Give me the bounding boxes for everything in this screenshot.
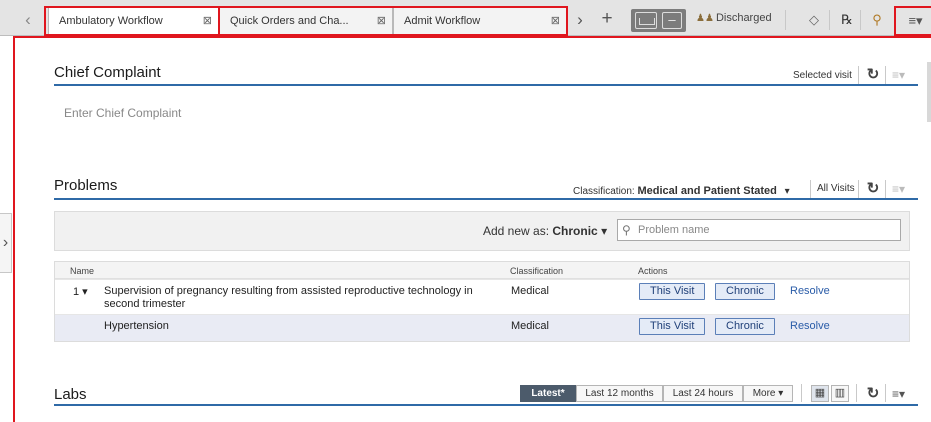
close-icon[interactable]: ⊠ (203, 8, 212, 34)
tag-icon[interactable]: ◇ (805, 11, 823, 29)
table-row[interactable]: Hypertension Medical This Visit Chronic … (55, 314, 909, 341)
chevron-left-icon[interactable]: ‹ (16, 10, 40, 32)
tab-label: Admit Workflow (404, 15, 481, 27)
filter-more-dropdown[interactable]: More ▾ (743, 385, 793, 402)
selected-visit-label[interactable]: Selected visit (793, 70, 852, 81)
menu-icon[interactable]: ≡▾ (892, 386, 912, 402)
close-icon[interactable]: ⊠ (551, 8, 560, 34)
add-tab-button[interactable]: + (596, 8, 618, 32)
divider (829, 10, 830, 30)
add-new-as-label: Add new as: (483, 224, 550, 238)
column-header-classification[interactable]: Classification (510, 266, 563, 276)
resolve-link[interactable]: Resolve (790, 320, 830, 332)
column-header-actions: Actions (638, 266, 668, 276)
divider (810, 180, 811, 198)
resolve-link[interactable]: Resolve (790, 285, 830, 297)
section-divider (54, 84, 918, 86)
chevron-right-icon[interactable]: › (570, 10, 590, 32)
close-icon[interactable]: ⊠ (377, 8, 386, 34)
this-visit-button[interactable]: This Visit (639, 318, 706, 335)
search-icon: ⚲ (622, 223, 631, 237)
filter-latest[interactable]: Latest* (520, 385, 576, 402)
filter-more-label: More (752, 388, 776, 399)
all-visits-button[interactable]: All Visits (817, 183, 855, 194)
filter-last-24-hours[interactable]: Last 24 hours (663, 385, 743, 402)
refresh-icon[interactable]: ↻ (865, 67, 881, 83)
problem-name[interactable]: Hypertension (104, 320, 484, 333)
divider (801, 384, 802, 402)
chevron-down-icon: ▾ (601, 224, 608, 238)
classification-label: Classification: (573, 186, 635, 197)
section-divider (54, 198, 918, 200)
chief-complaint-input[interactable]: Enter Chief Complaint (64, 106, 181, 120)
inbox-toggle-group[interactable]: – (631, 9, 686, 32)
menu-icon[interactable]: ≡▾ (892, 181, 912, 197)
classification-filter[interactable]: Classification: Medical and Patient Stat… (573, 185, 790, 197)
menu-icon[interactable]: ≡▾ (900, 10, 931, 32)
discharged-button[interactable]: ♟♟ Discharged (696, 12, 772, 24)
refresh-icon[interactable]: ↻ (865, 181, 881, 197)
divider (856, 384, 857, 402)
column-header-name[interactable]: Name (70, 266, 94, 276)
tab-ambulatory-workflow[interactable]: Ambulatory Workflow ⊠ (48, 7, 219, 36)
refresh-icon[interactable]: ↻ (865, 386, 881, 402)
prescription-icon[interactable]: ℞ (838, 11, 856, 29)
chronic-button[interactable]: Chronic (715, 318, 775, 335)
add-new-as-value: Chronic (552, 224, 598, 238)
chevron-down-icon: ▾ (784, 186, 790, 197)
discharged-label: Discharged (715, 12, 772, 24)
chief-complaint-title: Chief Complaint (54, 64, 161, 81)
table-header: Name Classification Actions (55, 262, 909, 279)
divider (858, 66, 859, 84)
menu-icon[interactable]: ≡▾ (892, 67, 912, 83)
inbox-icon[interactable] (635, 12, 657, 29)
minimize-button[interactable]: – (662, 12, 682, 29)
divider (885, 384, 886, 402)
section-divider (54, 404, 918, 406)
tab-label: Quick Orders and Cha... (230, 15, 349, 27)
add-problem-panel: Add new as: Chronic ▾ ⚲ Problem name (54, 211, 910, 251)
add-new-as-dropdown[interactable]: Add new as: Chronic ▾ (483, 224, 607, 238)
filter-last-12-months[interactable]: Last 12 months (576, 385, 663, 402)
problems-title: Problems (54, 177, 118, 194)
divider (885, 180, 886, 198)
tab-admit-workflow[interactable]: Admit Workflow ⊠ (393, 7, 567, 35)
people-icon: ♟♟ (696, 13, 714, 24)
column-view-icon[interactable]: ▥ (831, 385, 849, 402)
tab-label: Ambulatory Workflow (59, 15, 163, 27)
divider (860, 10, 861, 30)
scrollbar[interactable] (927, 62, 931, 122)
problem-search-placeholder: Problem name (638, 224, 710, 236)
labs-title: Labs (54, 386, 87, 403)
classification-value: Medical and Patient Stated (637, 185, 777, 197)
divider (885, 66, 886, 84)
table-view-icon[interactable]: ▦ (811, 385, 829, 402)
tab-quick-orders[interactable]: Quick Orders and Cha... ⊠ (219, 7, 393, 35)
divider (858, 180, 859, 198)
problem-classification: Medical (511, 285, 549, 297)
divider (785, 10, 786, 30)
problems-table: Name Classification Actions 1 ▾ Supervis… (54, 261, 910, 342)
problem-classification: Medical (511, 320, 549, 332)
this-visit-button[interactable]: This Visit (639, 283, 706, 300)
row-number: 1 ▾ (73, 286, 88, 298)
problem-name[interactable]: Supervision of pregnancy resulting from … (104, 285, 484, 311)
problem-search-input[interactable]: ⚲ Problem name (617, 219, 901, 241)
table-row[interactable]: 1 ▾ Supervision of pregnancy resulting f… (55, 279, 909, 314)
expand-panel-button[interactable]: › (0, 213, 12, 273)
chronic-button[interactable]: Chronic (715, 283, 775, 300)
search-icon[interactable]: ⚲ (868, 11, 886, 29)
tab-strip: ‹ Ambulatory Workflow ⊠ Quick Orders and… (0, 0, 931, 36)
